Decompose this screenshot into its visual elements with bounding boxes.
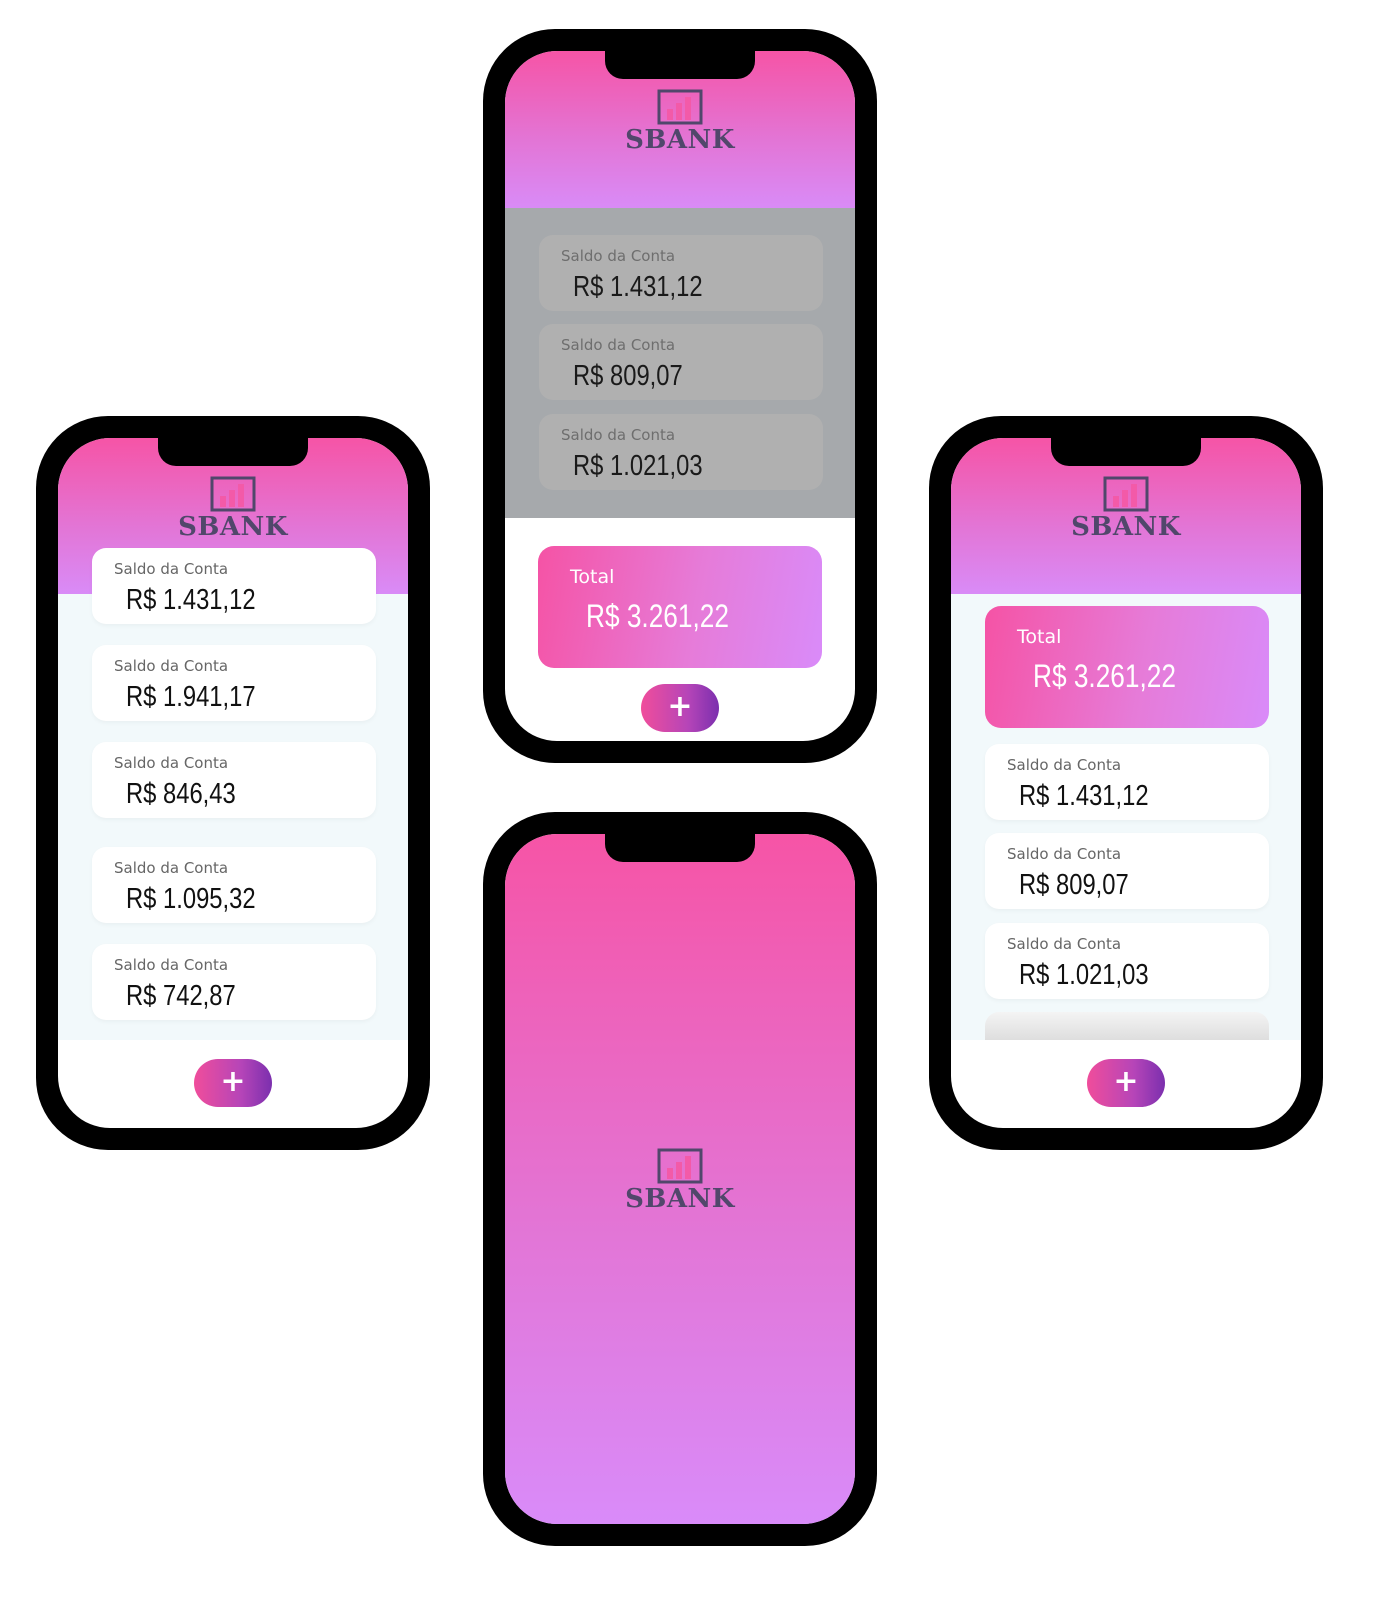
account-balance: R$ 1.431,12 xyxy=(1019,780,1149,812)
account-balance: R$ 1.431,12 xyxy=(573,271,703,303)
account-label: Saldo da Conta xyxy=(1007,845,1122,863)
account-balance: R$ 1.021,03 xyxy=(1019,959,1149,991)
bar-chart-icon xyxy=(210,476,256,512)
account-label: Saldo da Conta xyxy=(114,657,229,675)
add-account-button[interactable]: + xyxy=(194,1059,272,1107)
screen-splash: SBANK xyxy=(505,834,855,1524)
screen-right: SBANK Total R$ 3.261,22 Saldo da Conta R… xyxy=(951,438,1301,1128)
account-balance: R$ 1.431,12 xyxy=(126,584,256,616)
account-card[interactable]: Saldo da Conta R$ 1.095,32 xyxy=(92,847,376,923)
account-label: Saldo da Conta xyxy=(561,426,676,444)
screen-left: SBANK Saldo da Conta R$ 1.431,12 Saldo d… xyxy=(58,438,408,1128)
account-label: Saldo da Conta xyxy=(1007,756,1122,774)
account-label: Saldo da Conta xyxy=(561,336,676,354)
screen-top: SBANK Saldo da Conta R$ 1.431,12 Saldo d… xyxy=(505,51,855,741)
account-label: Saldo da Conta xyxy=(114,560,229,578)
account-card[interactable]: Saldo da Conta R$ 809,07 xyxy=(985,833,1269,909)
notch xyxy=(605,834,755,862)
account-label: Saldo da Conta xyxy=(114,754,229,772)
logo: SBANK xyxy=(1051,476,1201,542)
total-value: R$ 3.261,22 xyxy=(1033,658,1176,694)
phone-right: SBANK Total R$ 3.261,22 Saldo da Conta R… xyxy=(929,416,1323,1150)
total-label: Total xyxy=(1017,626,1062,648)
bar-chart-icon xyxy=(1103,476,1149,512)
add-account-button[interactable]: + xyxy=(1087,1059,1165,1107)
account-card[interactable]: Saldo da Conta R$ 846,43 xyxy=(92,742,376,818)
bar-chart-icon xyxy=(657,1148,703,1184)
notch xyxy=(158,438,308,466)
account-card[interactable]: Saldo da Conta R$ 809,07 xyxy=(539,324,823,400)
total-label: Total xyxy=(570,566,615,588)
account-label: Saldo da Conta xyxy=(1007,935,1122,953)
account-label: Saldo da Conta xyxy=(561,247,676,265)
account-card[interactable]: Saldo da Conta R$ 1.431,12 xyxy=(985,744,1269,820)
account-card[interactable]: Saldo da Conta R$ 1.431,12 xyxy=(539,235,823,311)
account-balance: R$ 809,07 xyxy=(1019,869,1129,901)
account-label: Saldo da Conta xyxy=(114,956,229,974)
account-balance: R$ 1.021,03 xyxy=(573,450,703,482)
phone-left: SBANK Saldo da Conta R$ 1.431,12 Saldo d… xyxy=(36,416,430,1150)
logo: SBANK xyxy=(605,1148,755,1214)
dimmed-accounts-overlay: Saldo da Conta R$ 1.431,12 Saldo da Cont… xyxy=(505,208,855,518)
bar-chart-icon xyxy=(657,89,703,125)
logo-text: SBANK xyxy=(1071,512,1181,542)
account-card[interactable]: Saldo da Conta R$ 1.941,17 xyxy=(92,645,376,721)
total-card[interactable]: Total R$ 3.261,22 xyxy=(985,606,1269,728)
logo-text: SBANK xyxy=(625,1184,735,1214)
account-balance: R$ 1.095,32 xyxy=(126,883,256,915)
account-card[interactable]: Saldo da Conta R$ 742,87 xyxy=(92,944,376,1020)
account-label: Saldo da Conta xyxy=(114,859,229,877)
account-card[interactable]: Saldo da Conta R$ 1.021,03 xyxy=(539,414,823,490)
notch xyxy=(605,51,755,79)
phone-top: SBANK Saldo da Conta R$ 1.431,12 Saldo d… xyxy=(483,29,877,763)
account-card[interactable]: Saldo da Conta R$ 1.021,03 xyxy=(985,923,1269,999)
total-value: R$ 3.261,22 xyxy=(586,598,729,634)
notch xyxy=(1051,438,1201,466)
account-balance: R$ 809,07 xyxy=(573,360,683,392)
logo: SBANK xyxy=(158,476,308,542)
account-balance: R$ 1.941,17 xyxy=(126,681,256,713)
logo-text: SBANK xyxy=(625,125,735,155)
logo: SBANK xyxy=(605,89,755,155)
account-card[interactable]: Saldo da Conta R$ 1.431,12 xyxy=(92,548,376,624)
account-card-partial xyxy=(985,1012,1269,1040)
account-balance: R$ 846,43 xyxy=(126,778,236,810)
total-card[interactable]: Total R$ 3.261,22 xyxy=(538,546,822,668)
account-balance: R$ 742,87 xyxy=(126,980,236,1012)
logo-text: SBANK xyxy=(178,512,288,542)
add-account-button[interactable]: + xyxy=(641,684,719,732)
phone-splash: SBANK xyxy=(483,812,877,1546)
